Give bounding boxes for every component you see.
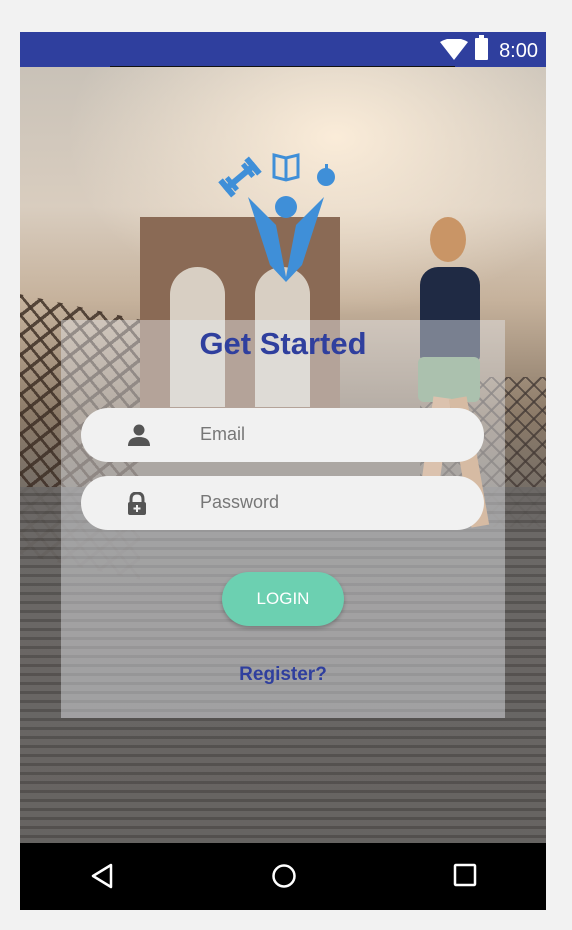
password-placeholder: Password — [200, 492, 280, 512]
login-button[interactable]: LOGIN — [222, 572, 344, 626]
person-icon — [128, 424, 150, 446]
phone-screen: 8:00 Get Started Email Password LOGIN Re… — [20, 32, 546, 910]
status-bar: 8:00 — [20, 32, 546, 67]
recents-square-icon[interactable] — [453, 863, 477, 887]
app-logo-icon — [218, 153, 335, 282]
wifi-icon — [440, 39, 468, 60]
register-link[interactable]: Register? — [61, 664, 505, 686]
back-triangle-icon[interactable] — [90, 863, 114, 889]
password-field[interactable]: Password — [81, 476, 484, 530]
home-circle-icon[interactable] — [271, 863, 297, 889]
email-field[interactable]: Email — [81, 408, 484, 462]
status-time: 8:00 — [499, 40, 538, 62]
page-title: Get Started — [199, 326, 367, 361]
email-placeholder: Email — [200, 424, 246, 444]
background-photo: Get Started Email Password LOGIN Registe… — [20, 67, 546, 843]
navigation-bar — [20, 843, 546, 910]
battery-icon — [475, 35, 488, 60]
lock-icon — [128, 492, 146, 515]
login-panel: Get Started Email Password LOGIN Registe… — [61, 320, 505, 718]
